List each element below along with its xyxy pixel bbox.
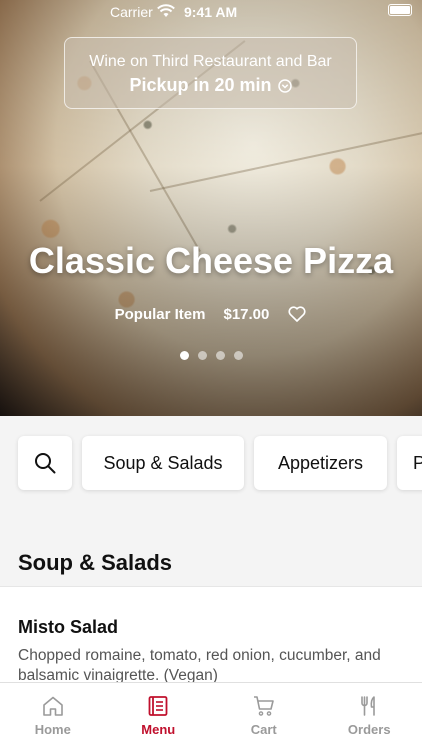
wifi-icon — [157, 4, 175, 17]
section-title: Soup & Salads — [18, 550, 173, 575]
restaurant-selector[interactable]: Wine on Third Restaurant and Bar Pickup … — [64, 37, 357, 109]
hero-banner[interactable]: Carrier 9:41 AM Wine on Third Restaurant… — [0, 0, 422, 416]
carousel-dot[interactable] — [233, 351, 243, 360]
carousel-dot[interactable] — [179, 351, 189, 360]
search-button[interactable] — [18, 436, 72, 490]
tab-menu[interactable]: Menu — [106, 683, 212, 750]
featured-item-meta: Popular Item $17.00 — [0, 304, 422, 324]
chevron-down-circle-icon — [277, 78, 292, 93]
status-bar: Carrier 9:41 AM — [0, 0, 422, 24]
menu-item-card[interactable]: Misto Salad Chopped romaine, tomato, red… — [0, 586, 422, 686]
search-icon — [35, 453, 56, 474]
carousel-dot[interactable] — [215, 351, 225, 360]
category-bar: Soup & Salads Appetizers P — [0, 416, 422, 512]
category-next[interactable]: P — [397, 436, 422, 490]
tab-cart-label: Cart — [250, 722, 277, 737]
tab-home-label: Home — [34, 722, 71, 737]
restaurant-name: Wine on Third Restaurant and Bar — [89, 53, 332, 70]
clock: 9:41 AM — [184, 4, 238, 20]
category-appetizers[interactable]: Appetizers — [254, 436, 387, 490]
tab-orders-label: Orders — [347, 722, 391, 737]
carrier-label: Carrier — [110, 4, 153, 20]
tab-bar: Home Menu Cart Orders — [0, 682, 422, 750]
carousel-dot[interactable] — [197, 351, 207, 360]
tab-menu-label: Menu — [141, 722, 176, 737]
carousel-pagination[interactable] — [0, 351, 422, 360]
featured-item-tag: Popular Item — [114, 305, 206, 323]
tab-home[interactable]: Home — [0, 683, 106, 750]
menu-icon — [148, 696, 168, 716]
menu-item-description: Chopped romaine, tomato, red onion, cucu… — [18, 647, 381, 684]
home-icon — [42, 696, 63, 716]
utensils-icon — [361, 696, 376, 716]
battery-icon — [388, 4, 412, 16]
menu-item-name: Misto Salad — [18, 617, 119, 637]
category-soup-salads[interactable]: Soup & Salads — [82, 436, 244, 490]
app-screen: Carrier 9:41 AM Wine on Third Restaurant… — [0, 0, 422, 750]
tab-cart[interactable]: Cart — [211, 683, 317, 750]
heart-icon[interactable] — [287, 304, 307, 324]
cart-icon — [253, 696, 274, 716]
featured-item-price: $17.00 — [223, 305, 270, 323]
pickup-label: Pickup in 20 min — [129, 75, 272, 95]
tab-orders[interactable]: Orders — [317, 683, 422, 750]
pickup-time: Pickup in 20 min — [129, 75, 292, 96]
featured-item-title: Classic Cheese Pizza — [28, 240, 394, 281]
